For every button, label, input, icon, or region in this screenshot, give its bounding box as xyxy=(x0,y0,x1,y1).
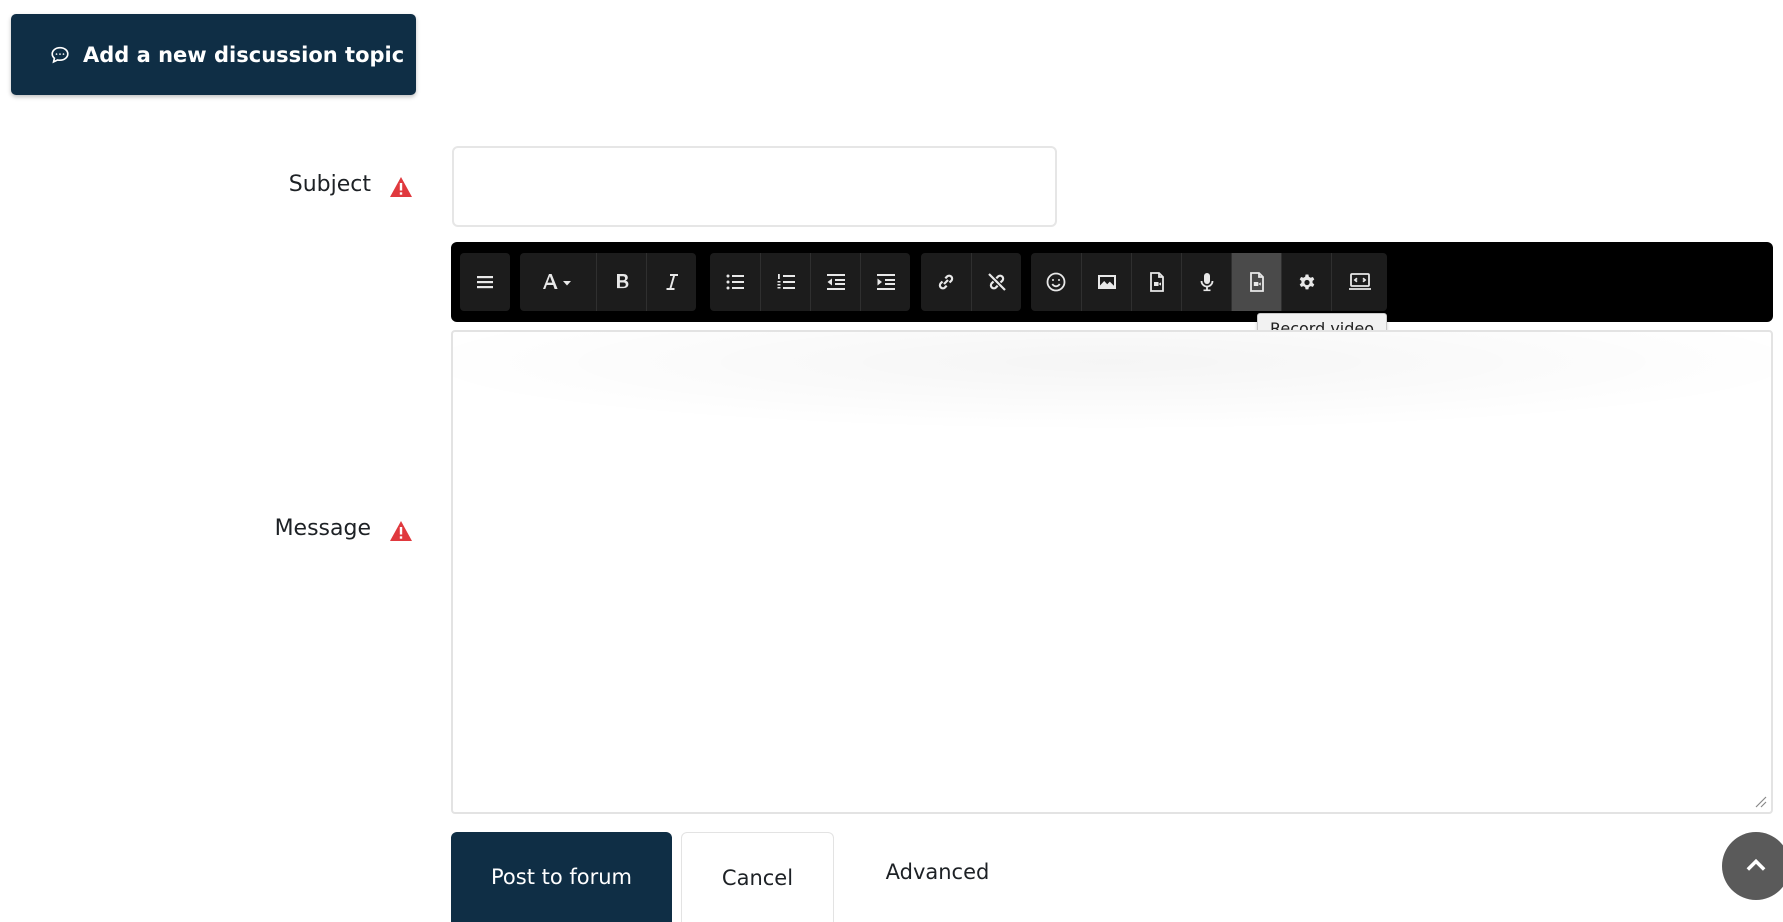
subject-input[interactable] xyxy=(452,146,1057,227)
file-media-icon[interactable] xyxy=(1131,253,1181,311)
record-video-icon[interactable] xyxy=(1231,253,1281,311)
post-to-forum-button[interactable]: Post to forum xyxy=(451,832,672,922)
add-topic-label: Add a new discussion topic xyxy=(83,42,405,67)
message-editor[interactable] xyxy=(451,330,1773,814)
font-A-dropdown-icon[interactable] xyxy=(520,253,596,311)
microphone-icon[interactable] xyxy=(1181,253,1231,311)
toolbar-group-format xyxy=(520,253,696,311)
image-icon[interactable] xyxy=(1081,253,1131,311)
outdent-icon[interactable] xyxy=(810,253,860,311)
warning-triangle-icon xyxy=(390,521,412,541)
editor-shadow xyxy=(453,332,1771,432)
advanced-button[interactable]: Advanced xyxy=(860,832,1015,912)
gear-icon[interactable] xyxy=(1281,253,1331,311)
editor-toolbar xyxy=(451,242,1773,322)
link-icon[interactable] xyxy=(921,253,971,311)
resize-grip-icon[interactable] xyxy=(1753,794,1767,808)
add-discussion-topic-button[interactable]: Add a new discussion topic xyxy=(11,14,416,95)
italic-icon[interactable] xyxy=(646,253,696,311)
hamburger-icon[interactable] xyxy=(460,253,510,311)
message-label: Message xyxy=(274,516,371,541)
warning-triangle-icon xyxy=(390,177,412,197)
toolbar-group-toggle xyxy=(460,253,510,311)
toolbar-group-media xyxy=(1031,253,1387,311)
bold-icon[interactable] xyxy=(596,253,646,311)
toolbar-group-lists xyxy=(710,253,910,311)
unlink-icon[interactable] xyxy=(971,253,1021,311)
back-to-top-button[interactable] xyxy=(1722,832,1783,900)
chevron-up-icon xyxy=(1746,858,1766,871)
subject-label: Subject xyxy=(288,172,371,197)
screen-code-icon[interactable] xyxy=(1331,253,1387,311)
comment-icon xyxy=(51,46,69,63)
bullet-list-icon[interactable] xyxy=(710,253,760,311)
smiley-icon[interactable] xyxy=(1031,253,1081,311)
indent-icon[interactable] xyxy=(860,253,910,311)
cancel-button[interactable]: Cancel xyxy=(681,832,834,922)
numbered-list-icon[interactable] xyxy=(760,253,810,311)
toolbar-group-links xyxy=(921,253,1021,311)
